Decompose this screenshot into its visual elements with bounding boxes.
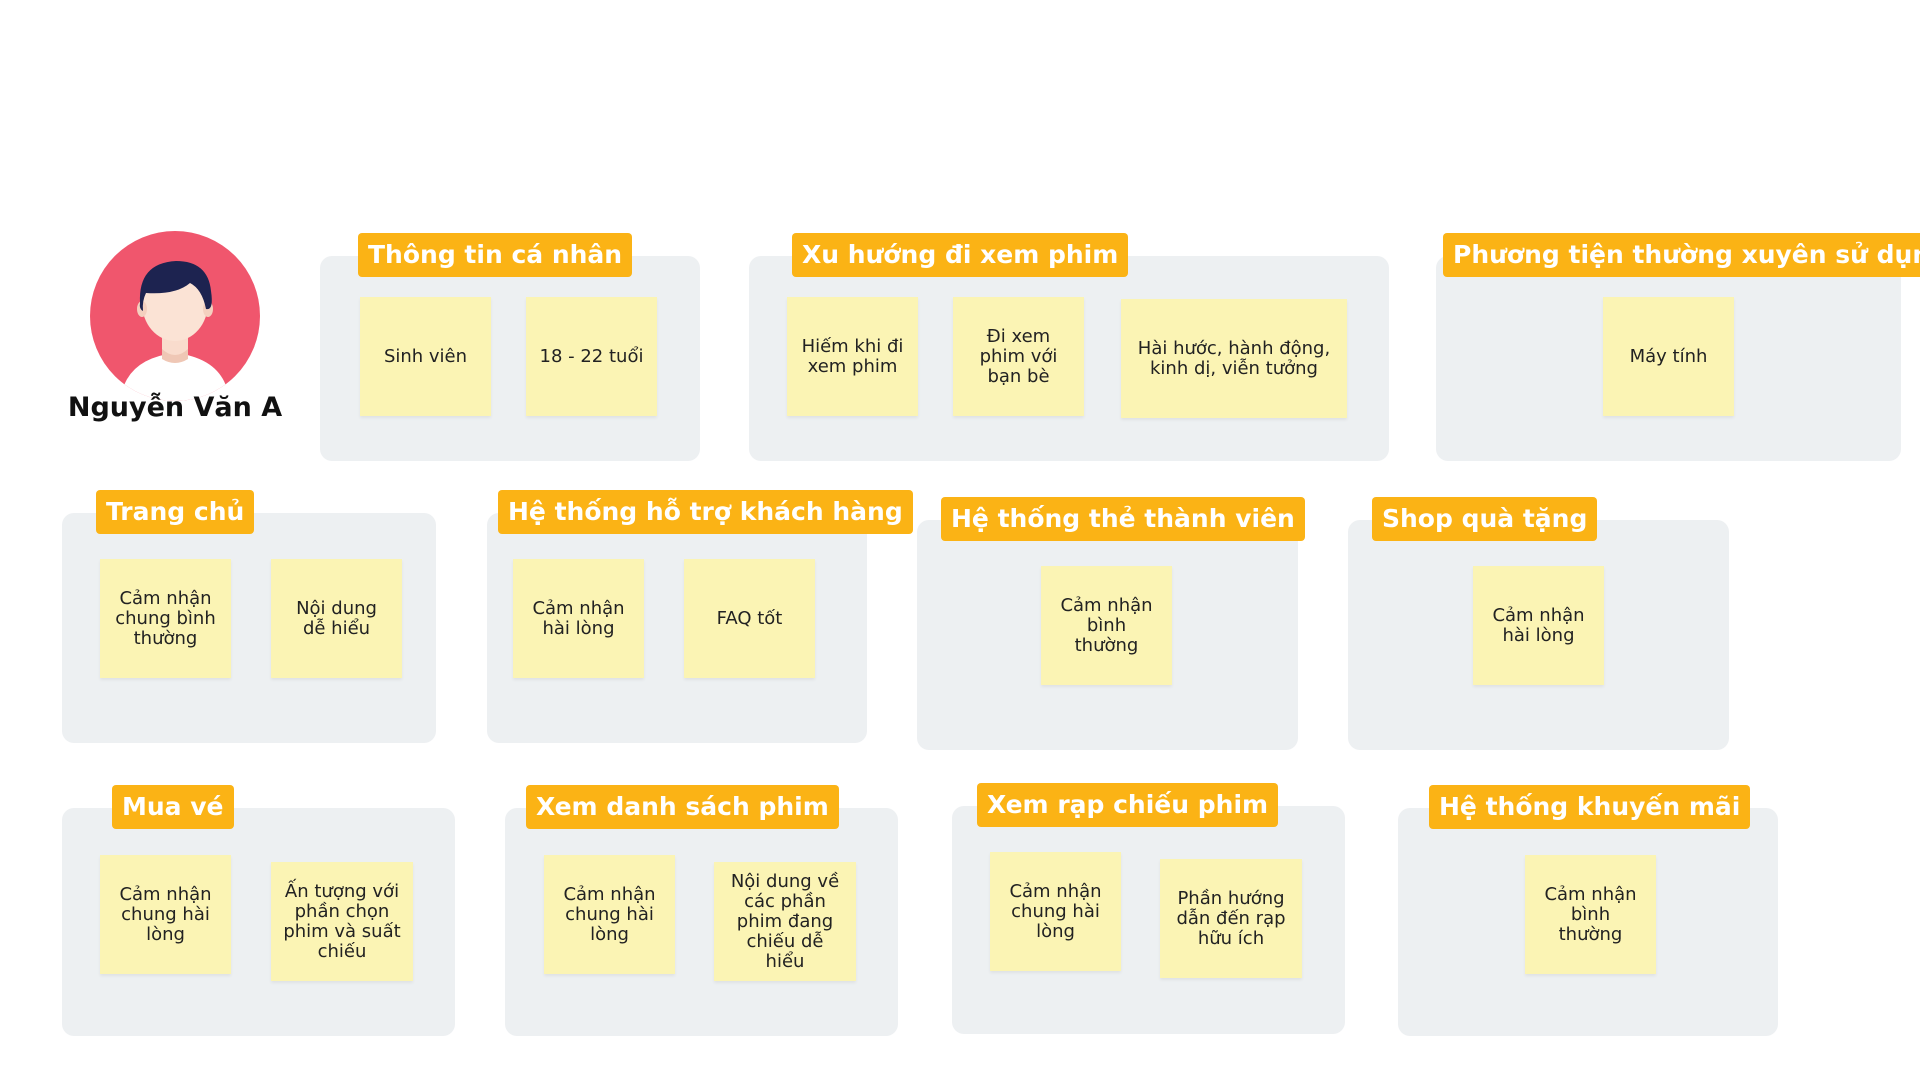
note-trend-frequency: Hiếm khi đi xem phim (787, 297, 918, 416)
tag-homepage: Trang chủ (96, 490, 255, 534)
note-cinemas-general: Cảm nhận chung hài lòng (990, 852, 1121, 971)
note-support-satisfaction: Cảm nhận hài lòng (513, 559, 644, 678)
note-promotions-feeling: Cảm nhận bình thường (1525, 855, 1656, 974)
note-support-faq: FAQ tốt (684, 559, 815, 678)
persona-name: Nguyễn Văn A (67, 392, 283, 423)
note-personal-occupation: Sinh viên (360, 297, 491, 416)
tag-membership: Hệ thống thẻ thành viên (941, 497, 1305, 541)
tag-devices: Phương tiện thường xuyên sử dụng (1443, 233, 1920, 277)
note-home-content: Nội dung dễ hiểu (271, 559, 402, 678)
tag-movie-list: Xem danh sách phim (526, 785, 839, 829)
note-membership-feeling: Cảm nhận bình thường (1041, 566, 1172, 685)
tag-personal-info: Thông tin cá nhân (358, 233, 633, 277)
note-tickets-general: Cảm nhận chung hài lòng (100, 855, 231, 974)
tag-cinemas: Xem rạp chiếu phim (977, 783, 1279, 827)
note-movielist-content: Nội dung về các phần phim đang chiếu dễ … (714, 862, 856, 981)
tag-customer-support: Hệ thống hỗ trợ khách hàng (498, 490, 913, 534)
tag-gift-shop: Shop quà tặng (1372, 497, 1598, 541)
note-personal-age: 18 - 22 tuổi (526, 297, 657, 416)
note-trend-genres: Hài hước, hành động, kinh dị, viễn tưởng (1121, 299, 1347, 418)
note-trend-company: Đi xem phim với bạn bè (953, 297, 1084, 416)
note-device-computer: Máy tính (1603, 297, 1734, 416)
person-avatar-icon (90, 231, 260, 401)
note-movielist-general: Cảm nhận chung hài lòng (544, 855, 675, 974)
note-cinemas-directions: Phần hướng dẫn đến rạp hữu ích (1160, 859, 1302, 978)
note-tickets-selection: Ấn tượng với phần chọn phim và suất chiế… (271, 862, 413, 981)
tag-movie-trend: Xu hướng đi xem phim (792, 233, 1129, 277)
note-giftshop-feeling: Cảm nhận hài lòng (1473, 566, 1604, 685)
tag-promotions: Hệ thống khuyến mãi (1429, 785, 1751, 829)
tag-buy-tickets: Mua vé (112, 785, 234, 829)
note-home-general: Cảm nhận chung bình thường (100, 559, 231, 678)
